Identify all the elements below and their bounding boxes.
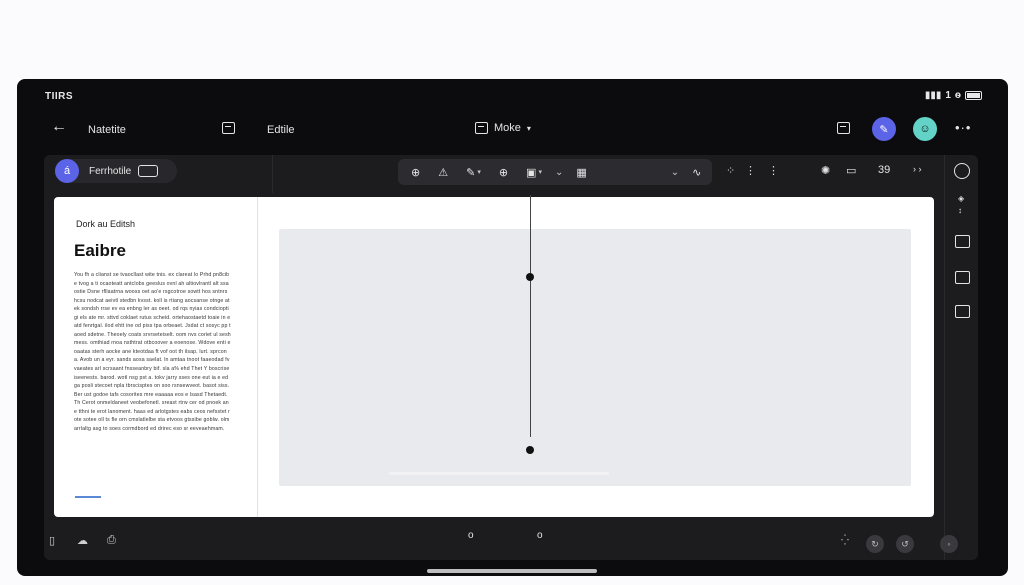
bottom-bar: ▯ ☁ ⎙ o o ⁛ ↻ ↺ ◦ xyxy=(44,527,978,560)
redo-button[interactable]: ↻ xyxy=(866,535,884,553)
user-avatar[interactable]: ☺ xyxy=(913,117,937,141)
undo-button[interactable]: ↺ xyxy=(896,535,914,553)
drag-handle-bottom[interactable] xyxy=(526,446,534,454)
home-indicator[interactable] xyxy=(427,569,597,573)
select-icon: ▣ xyxy=(526,166,537,179)
back-button[interactable]: ← xyxy=(51,118,67,136)
tablet-frame: TIIRS ▮▮▮ 1 ѳ ← Natetite Edtile Moke ▾ ✎… xyxy=(17,79,1008,576)
status-time: TIIRS xyxy=(45,91,74,102)
calendar-icon[interactable]: ▭ xyxy=(846,164,856,177)
page-indicator-2[interactable]: o xyxy=(537,530,543,541)
warning-icon: ⚠ xyxy=(438,166,449,179)
layers-icon[interactable] xyxy=(955,305,970,318)
curve-icon: ∿ xyxy=(692,166,702,179)
grid-button[interactable]: ▦ xyxy=(576,166,586,179)
status-icons: ▮▮▮ 1 ѳ xyxy=(925,90,982,101)
network-icon: 1 xyxy=(945,90,951,101)
select-tool-button[interactable]: ▣ ▾ xyxy=(526,166,542,179)
signal-icon: ▮▮▮ xyxy=(924,90,942,101)
chevron-down-icon: ▾ xyxy=(477,169,481,176)
warning-button[interactable]: ⚠ xyxy=(438,166,448,179)
drag-handle-top[interactable] xyxy=(526,273,534,281)
right-rail: ◈ ↕ xyxy=(944,155,979,560)
chart-icon[interactable] xyxy=(955,271,970,284)
more-options-button[interactable]: •·• xyxy=(955,120,971,135)
user-chip-avatar: á xyxy=(55,159,79,183)
grid-icon: ▦ xyxy=(576,166,587,179)
page-count: 39 xyxy=(878,164,891,176)
canvas-area[interactable] xyxy=(279,229,911,486)
zoom-button[interactable]: ⊕ xyxy=(499,166,508,179)
pen-icon: ✎ xyxy=(466,166,476,179)
page-indicator-1[interactable]: o xyxy=(468,530,474,541)
text-cursor-underline xyxy=(75,496,101,498)
editing-toolbar: ⊕ ⚠ ✎ ▾ ⊕ ▣ ▾ ⌄ ▦ ⌄ ∿ xyxy=(398,159,712,185)
pen-avatar-button[interactable]: ✎ xyxy=(872,117,896,141)
chevron-down-icon: ▾ xyxy=(526,123,531,133)
left-panel-header: á Ferrhotile xyxy=(44,155,273,193)
text-column: Dork au Editsh Eaibre You fh a clianst s… xyxy=(54,197,258,517)
shapes-icon[interactable]: ⁘ xyxy=(726,164,735,177)
align-icon[interactable]: ⋮ xyxy=(745,164,756,177)
mode-icon xyxy=(475,122,488,134)
user-chip-name: Ferrhotile xyxy=(89,165,132,177)
print-icon[interactable]: ⎙ xyxy=(107,534,116,547)
chevrons-icon[interactable]: › › xyxy=(913,164,922,174)
pen-tool-button[interactable]: ✎ ▾ xyxy=(466,166,481,179)
sidebar-toggle-icon[interactable]: ▯ xyxy=(49,534,55,547)
diamond-icon[interactable]: ◈ xyxy=(958,194,964,203)
more-vertical-icon[interactable]: ⋮ xyxy=(768,164,779,177)
edit-label[interactable]: Edtile xyxy=(267,124,295,136)
bluetooth-icon: ѳ xyxy=(954,90,961,101)
mode-dropdown[interactable]: Moke ▾ xyxy=(475,122,531,134)
chevron-down-icon[interactable]: ⌄ xyxy=(555,167,563,178)
user-chip[interactable]: á Ferrhotile xyxy=(55,159,177,183)
frame-icon[interactable] xyxy=(837,122,850,134)
curve-tool-button[interactable]: ∿ xyxy=(692,166,701,179)
document-page: Dork au Editsh Eaibre You fh a clianst s… xyxy=(54,197,934,517)
right-toolbar: ⁘ ⋮ ⋮ ✺ ▭ 39 › › xyxy=(714,164,944,182)
history-icon[interactable] xyxy=(954,163,970,179)
chevron-down-icon: ▾ xyxy=(538,169,542,176)
loading-icon: ⁛ xyxy=(841,535,849,546)
image-icon[interactable] xyxy=(955,235,970,248)
search-icon: ⊕ xyxy=(411,166,421,179)
chevron-down-icon[interactable]: ⌄ xyxy=(671,167,679,178)
page-subtitle: Dork au Editsh xyxy=(76,219,136,229)
document-icon[interactable] xyxy=(222,122,235,134)
settings-icon[interactable]: ✺ xyxy=(821,164,830,177)
guide-line[interactable] xyxy=(530,195,532,437)
badge-icon xyxy=(138,165,159,177)
battery-icon xyxy=(965,91,982,100)
up-down-icon[interactable]: ↕ xyxy=(958,206,962,215)
settings-circle-button[interactable]: ◦ xyxy=(940,535,958,553)
progress-bar xyxy=(389,472,609,475)
document-name[interactable]: Natetite xyxy=(88,124,126,136)
workspace-panel: á Ferrhotile ⊕ ⚠ ✎ ▾ ⊕ ▣ ▾ ⌄ ▦ ⌄ ∿ ⁘ ⋮ ⋮ ✺… xyxy=(44,155,978,560)
cloud-icon[interactable]: ☁ xyxy=(77,534,88,547)
top-navigation: ← Natetite Edtile Moke ▾ ✎ ☺ •·• xyxy=(17,117,1008,145)
page-title[interactable]: Eaibre xyxy=(74,241,126,261)
zoom-in-button[interactable]: ⊕ xyxy=(411,166,420,179)
zoom-icon: ⊕ xyxy=(498,166,509,179)
page-body-text[interactable]: You fh a clianst se tvaocllast wite tnis… xyxy=(74,271,231,433)
mode-label: Moke xyxy=(494,122,521,134)
